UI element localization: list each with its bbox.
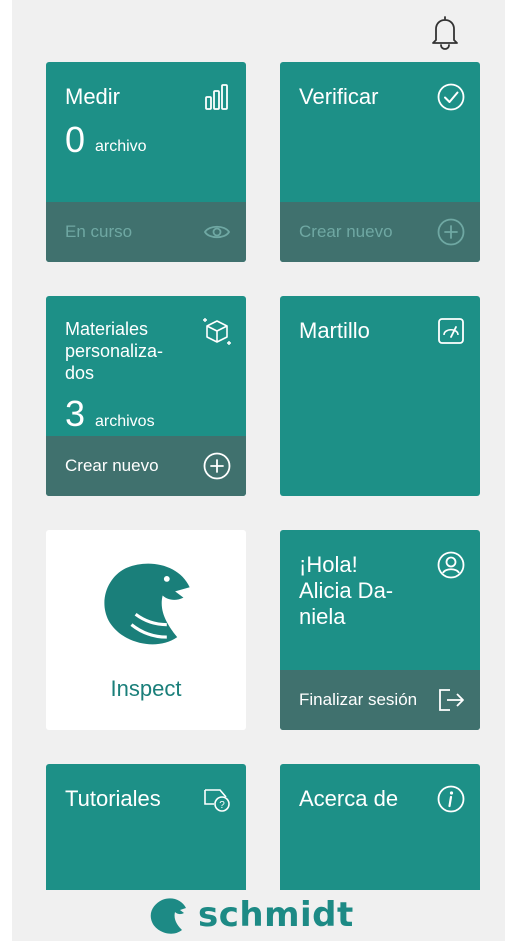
tile-medir[interactable]: Medir 0 archivo En curso — [46, 62, 246, 262]
eagle-logo — [104, 563, 190, 645]
home-screen: Medir 0 archivo En curso Verificar Crear… — [12, 0, 505, 941]
file-count: 0 — [65, 119, 86, 160]
plus-circle-icon — [203, 452, 231, 480]
tile-footer-crear-nuevo[interactable]: Crear nuevo — [280, 202, 480, 262]
notification-bell-icon[interactable] — [428, 14, 462, 50]
svg-text:?: ? — [219, 800, 225, 811]
tile-title: Martillo — [299, 318, 370, 343]
file-count: 3 — [65, 393, 86, 434]
tile-title: Materiales personaliza- dos — [65, 319, 164, 383]
logout-icon — [439, 689, 464, 711]
bar-chart-icon — [205, 84, 228, 110]
logout-button[interactable]: Finalizar sesión — [280, 670, 480, 730]
info-circle-icon — [437, 785, 465, 813]
footer-label: En curso — [65, 222, 133, 241]
tile-inspect[interactable]: Inspect — [46, 530, 246, 730]
plus-circle-icon — [437, 218, 465, 246]
brand-footer: schmidt — [12, 890, 505, 941]
gauge-icon — [438, 318, 464, 344]
tile-footer-en-curso[interactable]: En curso — [46, 202, 246, 262]
footer-label: Crear nuevo — [65, 456, 159, 475]
tile-title: Tutoriales — [65, 786, 161, 811]
tile-footer-crear-nuevo[interactable]: Crear nuevo — [46, 436, 246, 496]
tile-title: Medir — [65, 84, 121, 109]
cube-icon — [203, 318, 231, 345]
brand-name: schmidt — [198, 895, 354, 935]
user-greeting: ¡Hola! Alicia Da- niela — [299, 552, 394, 629]
tile-martillo[interactable]: Martillo — [280, 296, 480, 496]
help-tag-icon: ? — [204, 789, 230, 812]
tile-title: Acerca de — [299, 786, 399, 811]
tile-materiales-personalizados[interactable]: Materiales personaliza- dos 3 archivos C… — [46, 296, 246, 496]
tile-verificar[interactable]: Verificar Crear nuevo — [280, 62, 480, 262]
schmidt-logo-icon — [150, 898, 186, 934]
inspect-label: Inspect — [110, 676, 182, 701]
user-circle-icon — [437, 551, 465, 579]
eye-icon — [203, 225, 231, 239]
file-count-unit: archivo — [95, 138, 147, 155]
tile-user[interactable]: ¡Hola! Alicia Da- niela Finalizar sesión — [280, 530, 480, 730]
check-circle-icon — [437, 83, 465, 111]
footer-label: Finalizar sesión — [299, 690, 418, 709]
file-count-unit: archivos — [95, 413, 155, 430]
tile-title: Verificar — [299, 84, 379, 109]
footer-label: Crear nuevo — [299, 222, 393, 241]
